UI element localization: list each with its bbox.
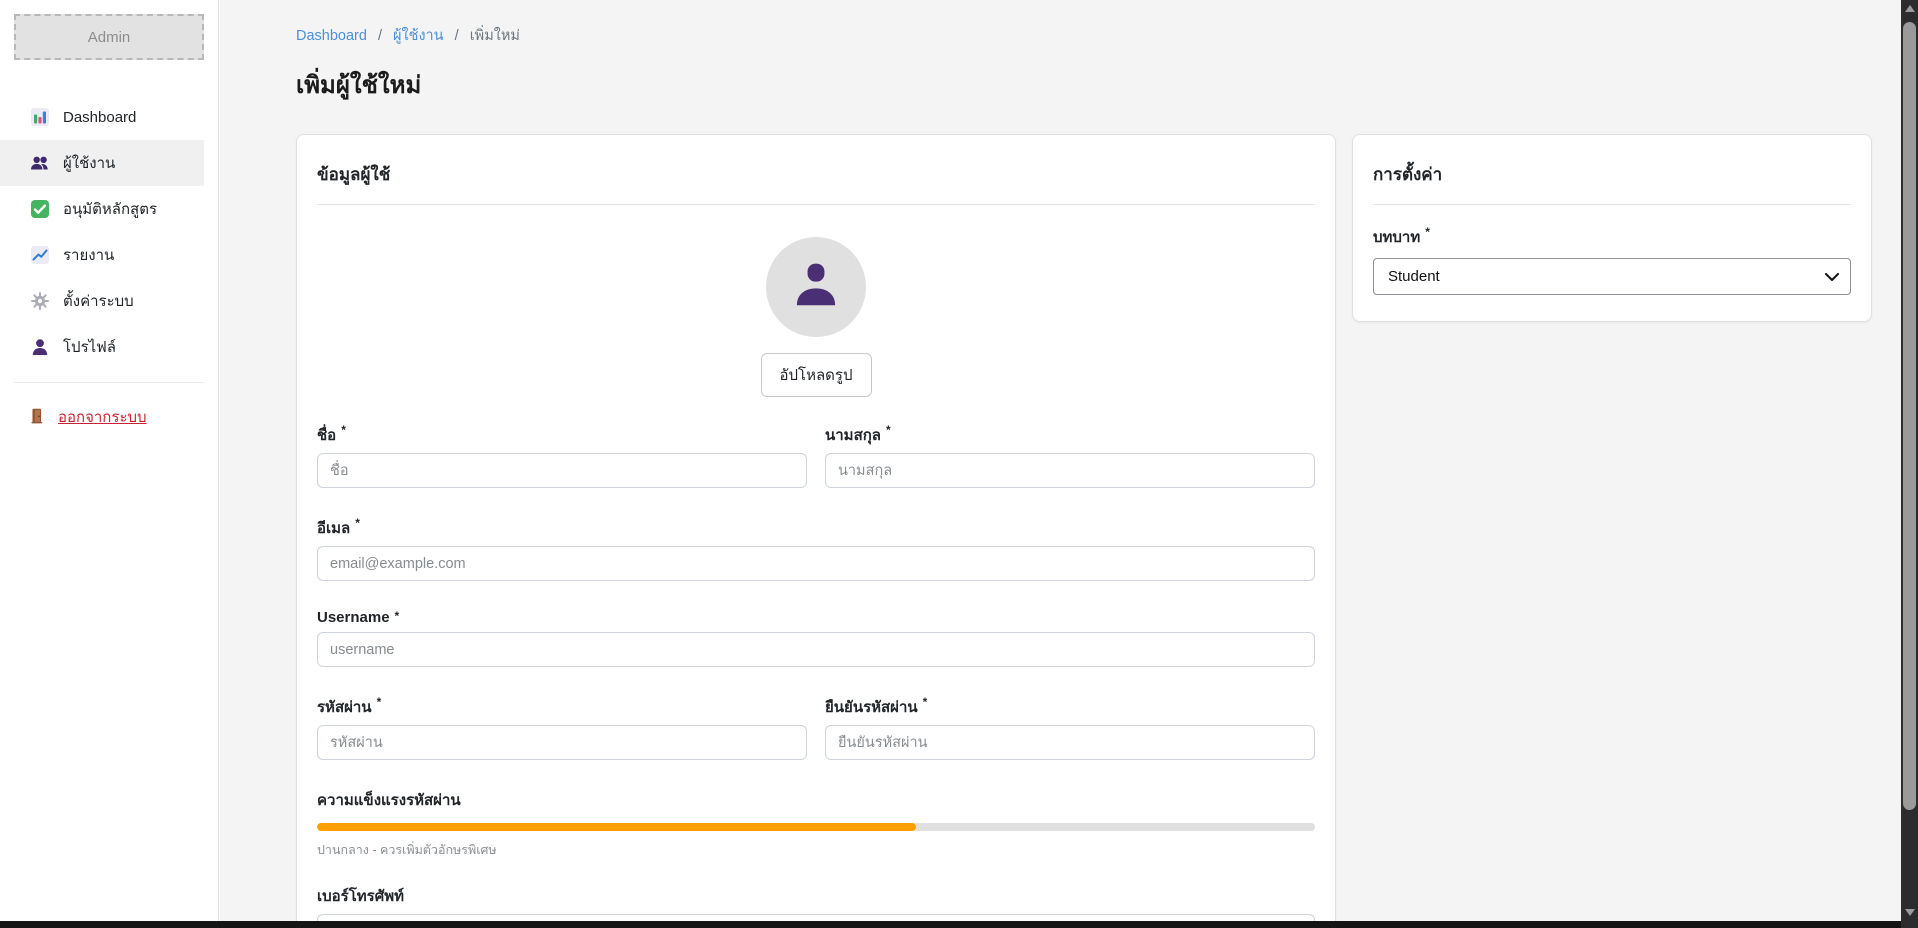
password-strength-label: ความแข็งแรงรหัสผ่าน <box>317 788 1315 812</box>
settings-card-title: การตั้งค่า <box>1373 161 1851 188</box>
field-password: รหัสผ่าน* <box>317 695 807 760</box>
user-info-card-title: ข้อมูลผู้ใช้ <box>317 161 1315 188</box>
admin-logo-label: Admin <box>88 29 131 46</box>
first-name-label: ชื่อ* <box>317 423 807 447</box>
card-divider <box>1373 204 1851 205</box>
field-confirm-password: ยืนยันรหัสผ่าน* <box>825 695 1315 760</box>
password-label: รหัสผ่าน* <box>317 695 807 719</box>
sidebar-item-label: ผู้ใช้งาน <box>63 151 115 175</box>
avatar <box>766 237 866 337</box>
sidebar-divider <box>14 382 204 383</box>
breadcrumb: Dashboard / ผู้ใช้งาน / เพิ่มใหม่ <box>296 24 1873 47</box>
scroll-down-arrow[interactable] <box>1901 909 1918 916</box>
sidebar-item-label: อนุมัติหลักสูตร <box>63 197 157 221</box>
breadcrumb-link-dashboard[interactable]: Dashboard <box>296 28 367 44</box>
breadcrumb-separator: / <box>378 28 382 44</box>
required-asterisk: * <box>886 423 891 437</box>
sidebar-item-label: รายงาน <box>63 243 114 267</box>
required-asterisk: * <box>355 516 360 530</box>
phone-label: เบอร์โทรศัพท์ <box>317 884 1315 908</box>
username-input[interactable] <box>317 632 1315 667</box>
bar-chart-icon <box>30 107 50 127</box>
breadcrumb-link-users[interactable]: ผู้ใช้งาน <box>393 28 444 44</box>
sidebar-item-label: Dashboard <box>63 109 136 126</box>
admin-logo: Admin <box>14 14 204 60</box>
gear-icon <box>30 291 50 311</box>
sidebar-item-system-settings[interactable]: ตั้งค่าระบบ <box>0 278 204 324</box>
password-strength-section: ความแข็งแรงรหัสผ่าน ปานกลาง - ควรเพิ่มตั… <box>317 788 1315 860</box>
main-content: Dashboard / ผู้ใช้งาน / เพิ่มใหม่ เพิ่มผ… <box>220 0 1901 921</box>
password-strength-fill <box>317 823 916 831</box>
field-email: อีเมล* <box>317 516 1315 581</box>
page-title: เพิ่มผู้ใช้ใหม่ <box>296 65 1873 104</box>
phone-input[interactable] <box>317 914 1315 921</box>
username-label: Username* <box>317 609 1315 626</box>
field-last-name: นามสกุล* <box>825 423 1315 488</box>
logout-link[interactable]: ออกจากระบบ <box>28 405 147 429</box>
confirm-password-label: ยืนยันรหัสผ่าน* <box>825 695 1315 719</box>
password-strength-helper: ปานกลาง - ควรเพิ่มตัวอักษรพิเศษ <box>317 840 1315 860</box>
upload-photo-button[interactable]: อัปโหลดรูป <box>761 353 872 397</box>
trend-icon <box>30 245 50 265</box>
settings-card: การตั้งค่า บทบาท* Student <box>1352 134 1872 322</box>
field-username: Username* <box>317 609 1315 667</box>
required-asterisk: * <box>377 695 382 709</box>
breadcrumb-current: เพิ่มใหม่ <box>470 28 520 44</box>
screen: Admin Dashboard ผู้ใช้งาน อนุมัติหลักสูต… <box>0 0 1918 928</box>
sidebar-item-label: โปรไฟล์ <box>63 335 116 359</box>
required-asterisk: * <box>923 695 928 709</box>
sidebar: Admin Dashboard ผู้ใช้งาน อนุมัติหลักสูต… <box>0 0 219 921</box>
field-phone: เบอร์โทรศัพท์ <box>317 884 1315 921</box>
confirm-password-input[interactable] <box>825 725 1315 760</box>
logout-label: ออกจากระบบ <box>58 405 147 429</box>
check-icon <box>30 199 50 219</box>
last-name-input[interactable] <box>825 453 1315 488</box>
sidebar-item-dashboard[interactable]: Dashboard <box>0 94 204 140</box>
last-name-label: นามสกุล* <box>825 423 1315 447</box>
sidebar-item-label: ตั้งค่าระบบ <box>63 289 134 313</box>
email-label: อีเมล* <box>317 516 1315 540</box>
scrollbar[interactable] <box>1901 0 1918 928</box>
profile-icon <box>30 337 50 357</box>
sidebar-item-profile[interactable]: โปรไฟล์ <box>0 324 204 370</box>
person-icon <box>789 258 843 317</box>
users-icon <box>30 153 50 173</box>
password-input[interactable] <box>317 725 807 760</box>
scroll-up-arrow[interactable] <box>1901 5 1918 12</box>
required-asterisk: * <box>1425 225 1430 239</box>
sidebar-item-users[interactable]: ผู้ใช้งาน <box>0 140 204 186</box>
user-info-card: ข้อมูลผู้ใช้ อัปโหลดรูป ชื่อ* <box>296 134 1336 921</box>
required-asterisk: * <box>395 609 400 623</box>
email-input[interactable] <box>317 546 1315 581</box>
scrollbar-thumb[interactable] <box>1903 22 1916 810</box>
first-name-input[interactable] <box>317 453 807 488</box>
password-strength-bar <box>317 823 1315 831</box>
sidebar-item-course-approval[interactable]: อนุมัติหลักสูตร <box>0 186 204 232</box>
role-select[interactable]: Student <box>1373 258 1851 295</box>
door-icon <box>28 407 48 427</box>
field-first-name: ชื่อ* <box>317 423 807 488</box>
role-label: บทบาท* <box>1373 225 1851 249</box>
bottom-bar <box>0 921 1918 928</box>
breadcrumb-separator: / <box>455 28 459 44</box>
sidebar-item-reports[interactable]: รายงาน <box>0 232 204 278</box>
sidebar-nav: Dashboard ผู้ใช้งาน อนุมัติหลักสูตร รายง… <box>0 94 218 370</box>
required-asterisk: * <box>341 423 346 437</box>
